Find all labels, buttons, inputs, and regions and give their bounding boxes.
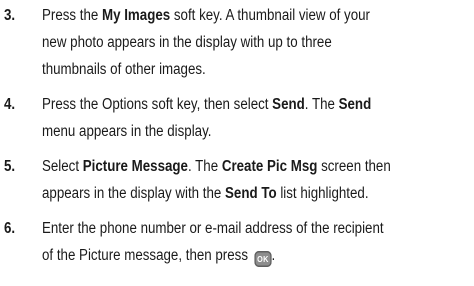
- step-line: Select Picture Message. The Create Pic M…: [42, 153, 455, 180]
- step-line: Press the Options soft key, then select …: [42, 91, 455, 118]
- text-run: .: [271, 247, 276, 264]
- step-line: thumbnails of other images.: [42, 56, 455, 83]
- text-run: Press the: [42, 7, 103, 24]
- text-run: new photo appears in the display with up…: [42, 34, 332, 51]
- step-line: of the Picture message, then press OK.: [42, 242, 455, 269]
- step-line: appears in the display with the Send To …: [42, 180, 455, 207]
- step-number: 3.: [4, 7, 16, 24]
- bold-term: Picture Message: [82, 158, 188, 175]
- step-number: 4.: [4, 96, 16, 113]
- step-line: Enter the phone number or e-mail address…: [42, 215, 455, 242]
- bold-term: Send To: [225, 185, 277, 202]
- text-run: Select: [42, 158, 83, 175]
- text-run: menu appears in the display.: [42, 123, 212, 140]
- bold-term: Create Pic Msg: [221, 158, 318, 175]
- step-line: Press the My Images soft key. A thumbnai…: [42, 2, 455, 29]
- step-text: Enter the phone number or e-mail address…: [42, 215, 455, 269]
- text-run: screen then: [317, 158, 391, 175]
- step-number: 6.: [4, 220, 16, 237]
- step-line: menu appears in the display.: [42, 118, 455, 145]
- step-text: Select Picture Message. The Create Pic M…: [42, 153, 455, 207]
- text-run: list highlighted.: [276, 185, 369, 202]
- step-text: Press the My Images soft key. A thumbnai…: [42, 2, 455, 83]
- step-line: new photo appears in the display with up…: [42, 29, 455, 56]
- step-text: Press the Options soft key, then select …: [42, 91, 455, 145]
- text-run: . The: [187, 158, 222, 175]
- bold-term: My Images: [102, 7, 171, 24]
- text-run: Press the Options soft key, then select: [42, 96, 273, 113]
- bold-term: Send: [272, 96, 305, 113]
- text-run: . The: [304, 96, 339, 113]
- text-run: soft key. A thumbnail view of your: [170, 7, 370, 24]
- text-run: Enter the phone number or e-mail address…: [42, 220, 384, 237]
- text-run: appears in the display with the: [42, 185, 226, 202]
- text-run: of the Picture message, then press: [42, 247, 252, 264]
- step-number: 5.: [4, 158, 16, 175]
- text-run: thumbnails of other images.: [42, 61, 206, 78]
- bold-term: Send: [338, 96, 372, 113]
- ok-key-icon: OK: [254, 251, 272, 267]
